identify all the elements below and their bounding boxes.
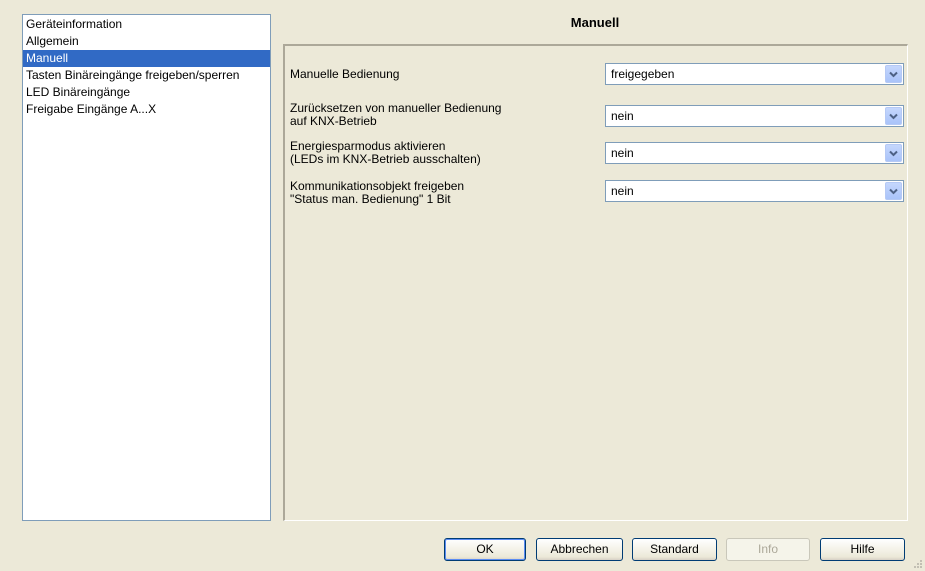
param-label-energiesparmodus: Energiesparmodus aktivieren (LEDs im KNX… <box>290 140 481 166</box>
energiesparmodus-select[interactable]: nein <box>605 142 904 164</box>
cancel-button[interactable]: Abbrechen <box>536 538 623 561</box>
dropdown-button[interactable] <box>885 182 902 200</box>
help-button[interactable]: Hilfe <box>820 538 905 561</box>
param-label-line2: (LEDs im KNX-Betrieb ausschalten) <box>290 152 481 166</box>
sidebar-item-tasten-binaereingaenge[interactable]: Tasten Binäreingänge freigeben/sperren <box>23 67 270 84</box>
chevron-down-icon <box>889 188 898 195</box>
param-label-line1: Manuelle Bedienung <box>290 67 400 81</box>
chevron-down-icon <box>889 113 898 120</box>
dropdown-button[interactable] <box>885 107 902 125</box>
select-value: nein <box>611 146 634 160</box>
zuruecksetzen-select[interactable]: nein <box>605 105 904 127</box>
param-label-zuruecksetzen: Zurücksetzen von manueller Bedienung auf… <box>290 102 501 128</box>
param-label-kommunikationsobjekt: Kommunikationsobjekt freigeben "Status m… <box>290 180 464 206</box>
param-label-manuelle-bedienung: Manuelle Bedienung <box>290 68 399 81</box>
select-value: freigegeben <box>611 67 675 81</box>
dropdown-button[interactable] <box>885 144 902 162</box>
sidebar-item-allgemein[interactable]: Allgemein <box>23 33 270 50</box>
sidebar-item-manuell[interactable]: Manuell <box>23 50 270 67</box>
sidebar-item-freigabe-eingaenge[interactable]: Freigabe Eingänge A...X <box>23 101 270 118</box>
param-label-line2: auf KNX-Betrieb <box>290 114 377 128</box>
chevron-down-icon <box>889 71 898 78</box>
sidebar-item-led-binaereingaenge[interactable]: LED Binäreingänge <box>23 84 270 101</box>
ok-button[interactable]: OK <box>444 538 526 561</box>
manuelle-bedienung-select[interactable]: freigegeben <box>605 63 904 85</box>
chevron-down-icon <box>889 150 898 157</box>
dropdown-button[interactable] <box>885 65 902 83</box>
page-title: Manuell <box>570 15 620 30</box>
standard-button[interactable]: Standard <box>632 538 717 561</box>
resize-grip-icon[interactable] <box>913 559 923 569</box>
info-button: Info <box>726 538 810 561</box>
parameter-tree[interactable]: Geräteinformation Allgemein Manuell Tast… <box>22 14 271 521</box>
param-label-line2: "Status man. Bedienung" 1 Bit <box>290 192 451 206</box>
select-value: nein <box>611 109 634 123</box>
select-value: nein <box>611 184 634 198</box>
sidebar-item-geraeteinformation[interactable]: Geräteinformation <box>23 16 270 33</box>
kommunikationsobjekt-select[interactable]: nein <box>605 180 904 202</box>
